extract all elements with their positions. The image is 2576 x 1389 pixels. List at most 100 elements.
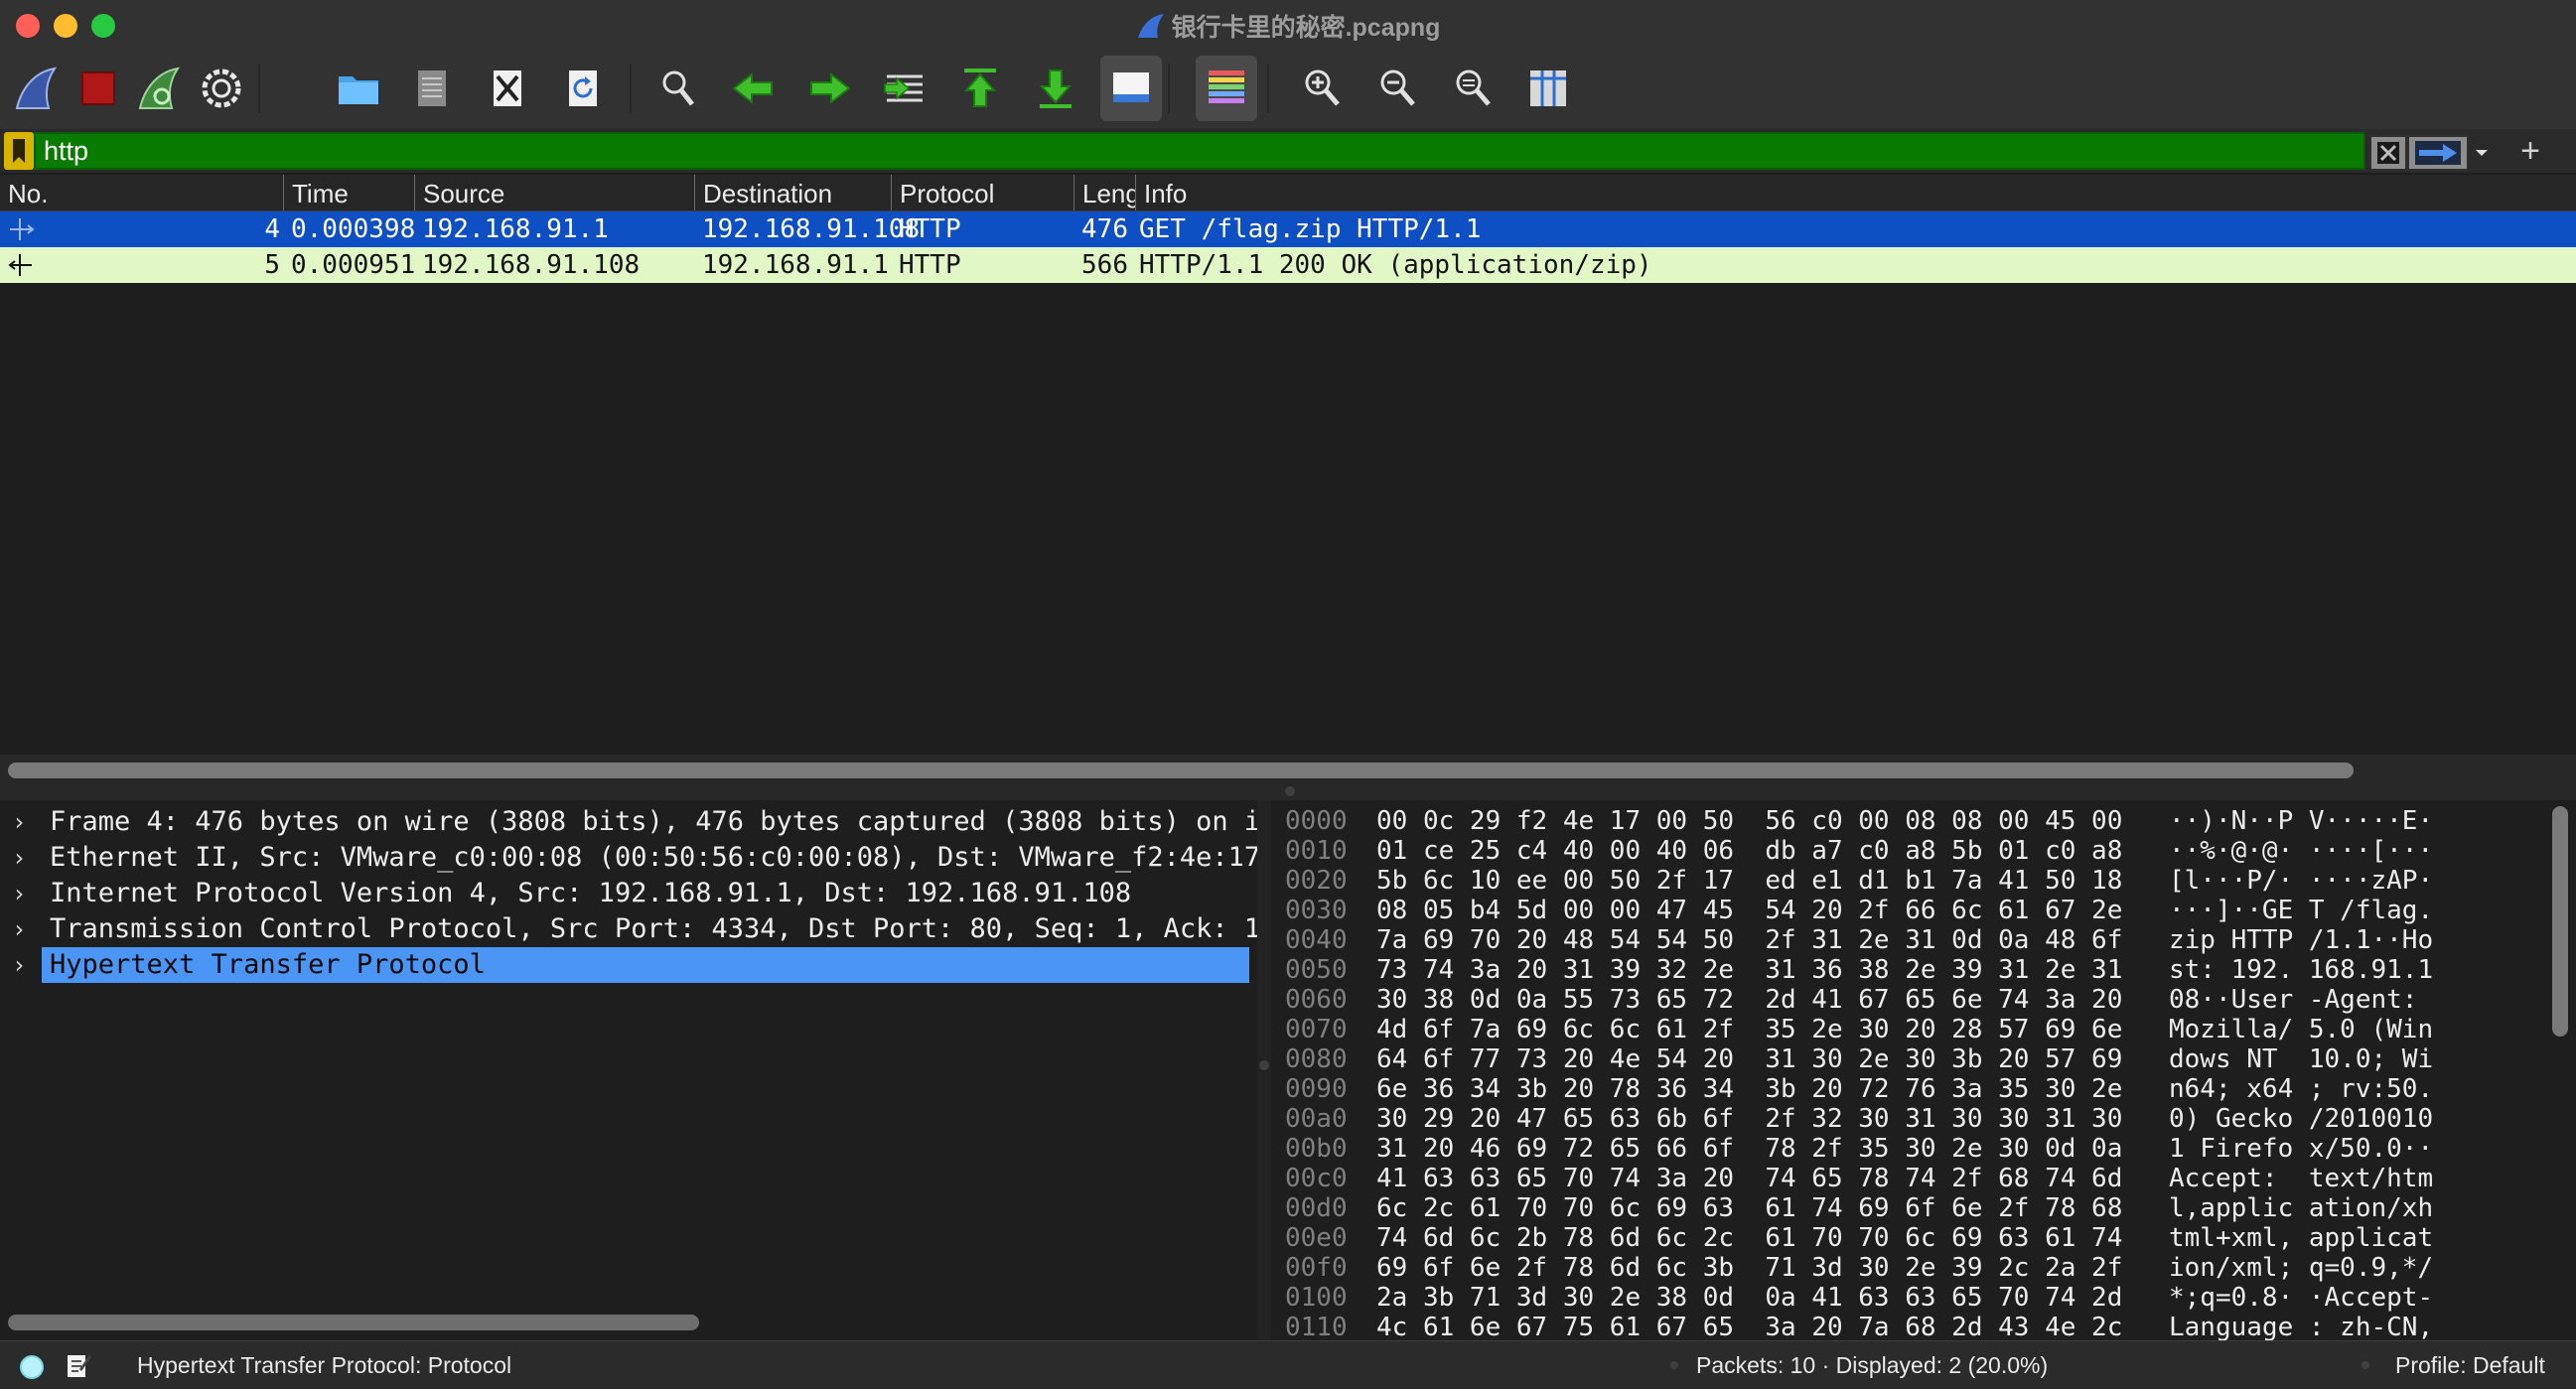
column-header-no[interactable]: No. xyxy=(0,175,284,210)
hex-bytes: 30 38 0d 0a 55 73 65 72 2d 41 67 65 6e 7… xyxy=(1376,985,2123,1015)
ascii-bytes: Accept: text/htm xyxy=(2169,1164,2434,1193)
go-to-packet-button[interactable] xyxy=(874,56,935,121)
main-toolbar xyxy=(0,56,2576,121)
ascii-bytes: [l···P/· ····zAP· xyxy=(2169,866,2434,896)
cell-time: 0.000951 xyxy=(291,250,416,280)
hex-bytes: 69 6f 6e 2f 78 6d 6c 3b 71 3d 30 2e 39 2… xyxy=(1376,1253,2123,1283)
column-header-length[interactable]: Length xyxy=(1074,175,1136,210)
details-hscrollbar[interactable] xyxy=(8,1315,699,1330)
hex-bytes: 7a 69 70 20 48 54 54 50 2f 31 2e 31 0d 0… xyxy=(1376,925,2123,955)
expert-info-indicator[interactable] xyxy=(20,1355,44,1379)
byte-offset: 0040 xyxy=(1285,925,1348,955)
column-header-destination[interactable]: Destination xyxy=(695,175,892,210)
byte-offset: 0010 xyxy=(1285,836,1348,866)
close-file-button[interactable] xyxy=(477,56,538,121)
packet-list-hscrollbar[interactable] xyxy=(8,763,2354,778)
colorize-icon xyxy=(1209,70,1244,103)
splitter-handle[interactable] xyxy=(1259,1060,1269,1070)
add-filter-button[interactable]: + xyxy=(2512,131,2548,171)
arrow-down-bar-icon xyxy=(1039,69,1073,108)
hex-bytes: 00 0c 29 f2 4e 17 00 50 56 c0 00 08 08 0… xyxy=(1376,806,2123,836)
capture-options-button[interactable] xyxy=(191,56,252,121)
resize-columns-button[interactable] xyxy=(1517,56,1579,121)
bytes-vscrollbar[interactable] xyxy=(2552,806,2568,1037)
hex-bytes: 64 6f 77 73 20 4e 54 20 31 30 2e 30 3b 2… xyxy=(1376,1044,2123,1074)
display-filter-input[interactable] xyxy=(34,132,2365,170)
profile-selector[interactable]: Profile: Default xyxy=(2395,1341,2545,1389)
byte-offset: 0080 xyxy=(1285,1044,1348,1074)
clear-filter-button[interactable] xyxy=(2369,135,2407,171)
chevron-right-icon[interactable]: › xyxy=(12,911,26,947)
byte-offset: 0110 xyxy=(1285,1313,1348,1340)
column-header-time[interactable]: Time xyxy=(284,175,415,210)
zoom-in-button[interactable] xyxy=(1291,56,1353,121)
cell-protocol: HTTP xyxy=(899,250,961,280)
toolbar-separator xyxy=(1168,64,1170,113)
go-back-button[interactable] xyxy=(723,56,785,121)
hex-bytes: 4d 6f 7a 69 6c 6c 61 2f 35 2e 30 20 28 5… xyxy=(1376,1015,2123,1044)
ascii-bytes: ion/xml; q=0.9,*/ xyxy=(2169,1253,2434,1283)
chevron-right-icon[interactable]: › xyxy=(12,840,26,876)
ascii-bytes: zip HTTP /1.1··Ho xyxy=(2169,925,2434,955)
hex-bytes: 30 29 20 47 65 63 6b 6f 2f 32 30 31 30 3… xyxy=(1376,1104,2123,1134)
detail-tree-item[interactable]: › Frame 4: 476 bytes on wire (3808 bits)… xyxy=(0,804,1257,840)
status-separator xyxy=(1670,1361,1678,1369)
ascii-bytes: 08··User -Agent: xyxy=(2169,985,2434,1015)
response-relation-icon xyxy=(6,252,36,285)
normal-size-button[interactable] xyxy=(1442,56,1503,121)
packet-list-splitter[interactable] xyxy=(0,755,2576,800)
byte-offset: 00e0 xyxy=(1285,1223,1348,1253)
capture-comment-icon[interactable] xyxy=(66,1351,91,1385)
packet-row[interactable]: 4 0.000398 192.168.91.1 192.168.91.108 H… xyxy=(0,211,2576,247)
hex-bytes: 6c 2c 61 70 70 6c 69 63 61 74 69 6f 6e 2… xyxy=(1376,1193,2123,1223)
arrow-right-icon xyxy=(2415,141,2461,165)
chevron-right-icon[interactable]: › xyxy=(12,876,26,911)
go-forward-button[interactable] xyxy=(798,56,860,121)
file-binary-icon xyxy=(418,70,446,106)
start-capture-button[interactable] xyxy=(6,56,68,121)
byte-offset: 0020 xyxy=(1285,866,1348,896)
autoscroll-button[interactable] xyxy=(1100,56,1162,121)
zoom-out-button[interactable] xyxy=(1366,56,1428,121)
go-first-button[interactable] xyxy=(949,56,1011,121)
ascii-bytes: l,applic ation/xh xyxy=(2169,1193,2434,1223)
column-header-info[interactable]: Info xyxy=(1136,175,2576,210)
detail-tree-item[interactable]: › Ethernet II, Src: VMware_c0:00:08 (00:… xyxy=(0,840,1257,876)
status-bar: Hypertext Transfer Protocol: Protocol Pa… xyxy=(0,1340,2576,1389)
chevron-right-icon[interactable]: › xyxy=(12,947,26,983)
detail-tree-item[interactable]: › Internet Protocol Version 4, Src: 192.… xyxy=(0,876,1257,911)
ascii-bytes: ···]··GE T /flag. xyxy=(2169,896,2434,925)
go-last-button[interactable] xyxy=(1025,56,1086,121)
ascii-bytes: tml+xml, applicat xyxy=(2169,1223,2434,1253)
restart-capture-button[interactable] xyxy=(129,56,191,121)
detail-tree-item[interactable]: › Transmission Control Protocol, Src Por… xyxy=(0,911,1257,947)
chevron-right-icon[interactable]: › xyxy=(12,804,26,840)
details-bytes-splitter[interactable] xyxy=(1257,800,1271,1340)
hex-bytes: 01 ce 25 c4 40 00 40 06 db a7 c0 a8 5b 0… xyxy=(1376,836,2123,866)
cell-info: HTTP/1.1 200 OK (application/zip) xyxy=(1139,250,1652,280)
cell-length: 566 xyxy=(1081,250,1128,280)
apply-filter-button[interactable] xyxy=(2407,135,2469,171)
window-title-text: 银行卡里的秘密.pcapng xyxy=(1171,14,1441,42)
hex-bytes: 6e 36 34 3b 20 78 36 34 3b 20 72 76 3a 3… xyxy=(1376,1074,2123,1104)
column-header-protocol[interactable]: Protocol xyxy=(892,175,1074,210)
column-header-source[interactable]: Source xyxy=(415,175,695,210)
open-file-button[interactable] xyxy=(328,56,389,121)
status-message: Hypertext Transfer Protocol: Protocol xyxy=(137,1352,512,1378)
stop-capture-button[interactable] xyxy=(68,56,129,121)
window-title: 银行卡里的秘密.pcapng xyxy=(0,8,2576,47)
cell-length: 476 xyxy=(1081,214,1128,244)
cell-no: 4 xyxy=(264,214,280,244)
byte-offset: 0000 xyxy=(1285,806,1348,836)
detail-tree-item-selected[interactable]: › Hypertext Transfer Protocol xyxy=(0,947,1257,983)
filter-history-dropdown[interactable] xyxy=(2467,135,2497,171)
cell-destination: 192.168.91.108 xyxy=(702,214,921,244)
status-separator xyxy=(2361,1361,2369,1369)
find-packet-button[interactable] xyxy=(647,56,709,121)
reload-file-button[interactable] xyxy=(552,56,614,121)
packet-row[interactable]: 5 0.000951 192.168.91.108 192.168.91.1 H… xyxy=(0,247,2576,283)
save-file-button[interactable] xyxy=(401,56,463,121)
filter-bookmark-button[interactable] xyxy=(4,132,34,170)
splitter-handle[interactable] xyxy=(1285,786,1295,796)
colorize-button[interactable] xyxy=(1196,56,1257,121)
